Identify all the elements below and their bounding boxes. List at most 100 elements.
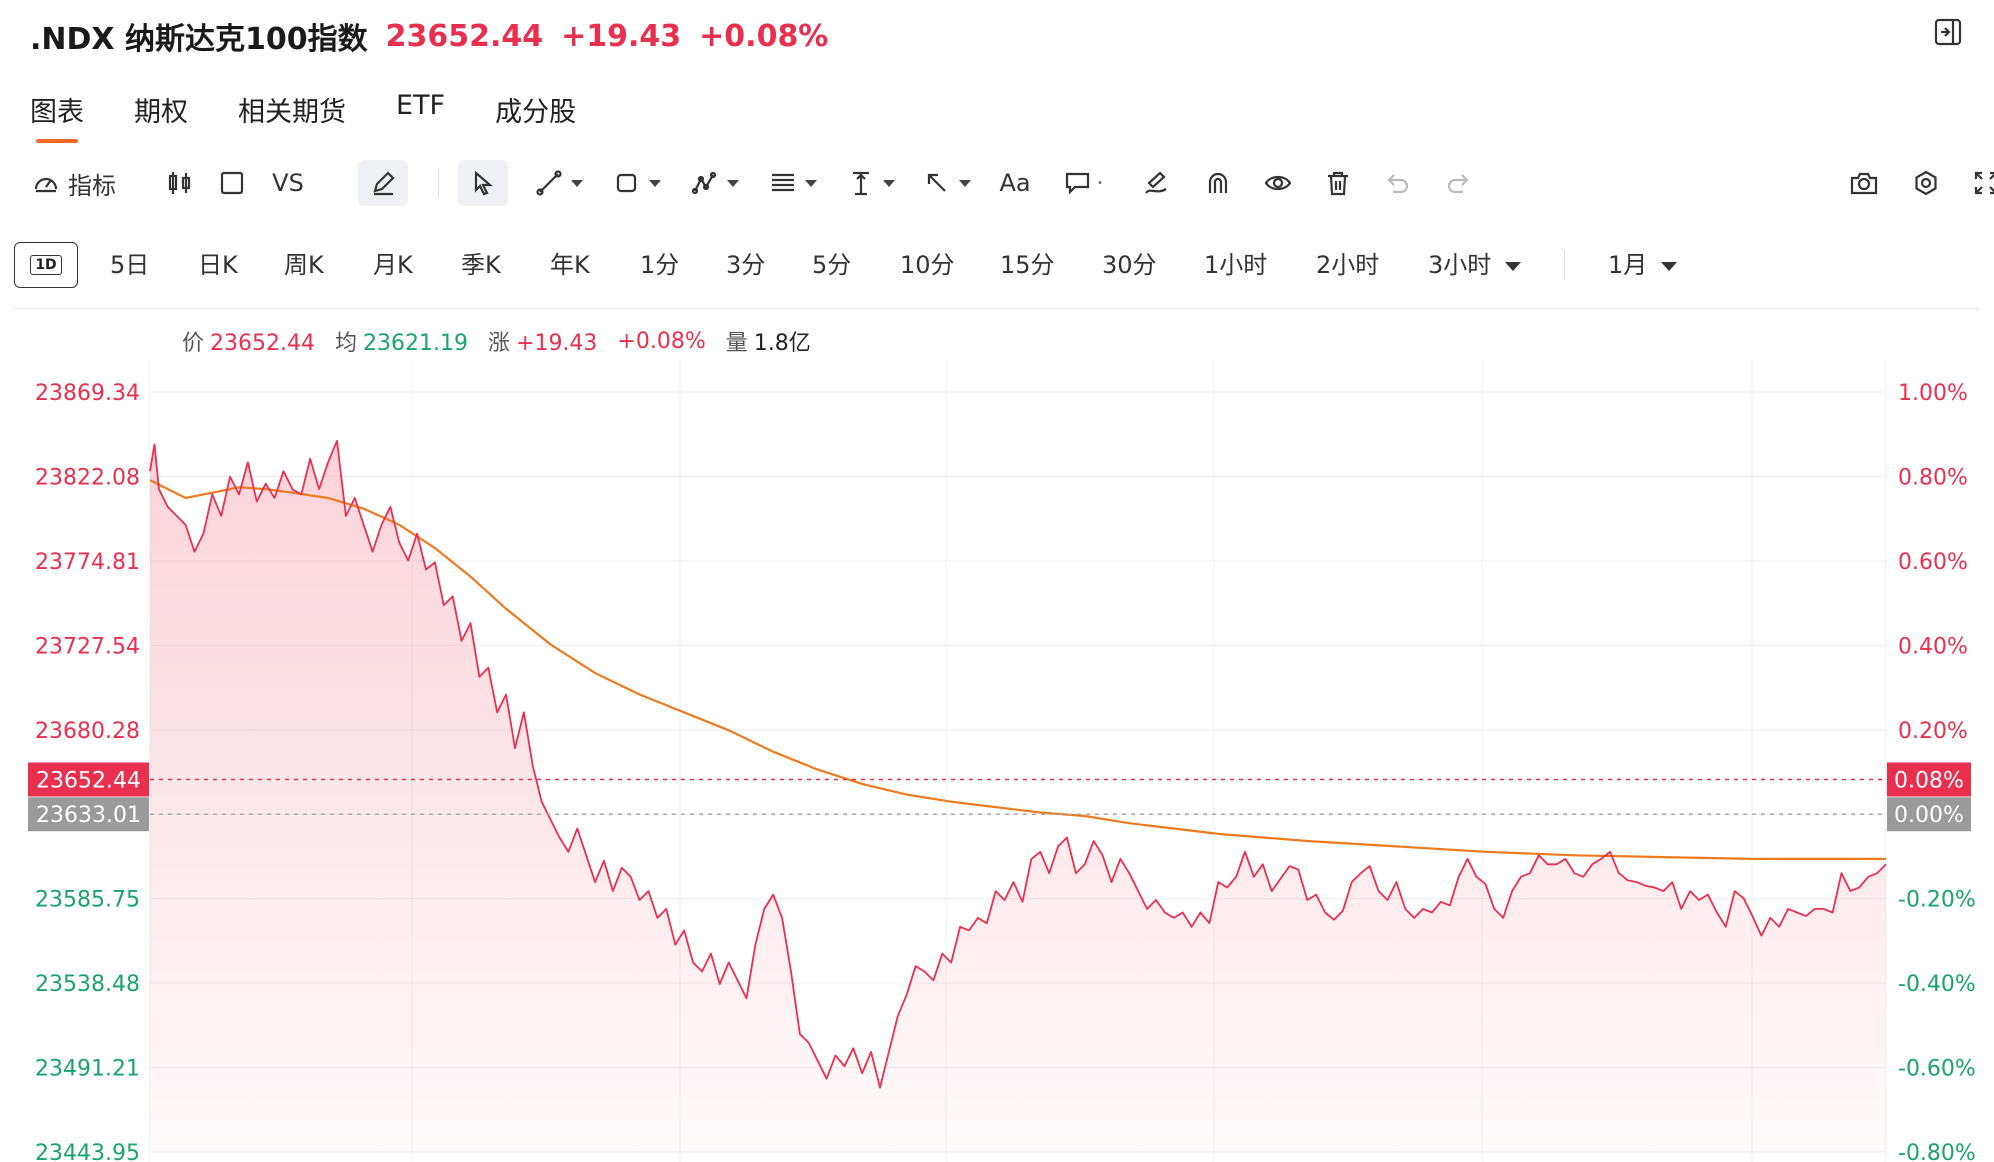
- compare-vs-button[interactable]: VS: [268, 160, 308, 206]
- arrow-up-left-icon: [927, 173, 946, 192]
- price-info-value: 23652.44: [210, 331, 315, 356]
- period-5min[interactable]: 5分: [812, 242, 851, 288]
- tab-chart[interactable]: 图表: [30, 90, 84, 143]
- y-tick-left: 23727.54: [35, 634, 140, 659]
- y-tick-right: 0.20%: [1898, 719, 1968, 744]
- magnet-icon[interactable]: [1198, 160, 1238, 206]
- period-1min[interactable]: 1分: [640, 242, 679, 288]
- shape-tool[interactable]: [606, 160, 668, 206]
- callout-icon[interactable]: •: [1058, 160, 1108, 206]
- y-tick-left: 23869.34: [35, 381, 140, 406]
- visibility-eye-icon[interactable]: [1256, 160, 1300, 206]
- chevron-down-icon: [1661, 261, 1678, 271]
- period-10min[interactable]: 10分: [900, 242, 955, 288]
- tab-options[interactable]: 期权: [134, 90, 188, 143]
- prev-close-pct-tag: 0.00%: [1894, 803, 1964, 828]
- volume-info-label: 量: [725, 331, 748, 356]
- price-change: +19.43: [561, 18, 682, 54]
- redo-icon[interactable]: [1438, 160, 1478, 206]
- trash-icon[interactable]: [1318, 160, 1358, 206]
- crosshair-info: 价 23652.44 均 23621.19 涨 +19.43 +0.08% 量 1.8亿: [182, 325, 811, 357]
- period-2hour[interactable]: 2小时: [1316, 242, 1379, 288]
- period-yearly[interactable]: 年K: [550, 242, 590, 288]
- pattern-tool[interactable]: [684, 160, 746, 206]
- drawing-toolbar: 指标 VS Aa •: [28, 160, 1994, 206]
- y-tick-right: -0.40%: [1898, 972, 1976, 997]
- quote-header: .NDX 纳斯达克100指数 23652.44 +19.43 +0.08%: [30, 14, 828, 58]
- arrow-tool[interactable]: [916, 160, 978, 206]
- pencil-icon[interactable]: [358, 160, 408, 206]
- volume-info-value: 1.8亿: [753, 331, 811, 356]
- month-range-dropdown[interactable]: 1月: [1608, 242, 1678, 288]
- camera-icon[interactable]: [1844, 160, 1884, 206]
- period-5day[interactable]: 5日: [110, 242, 149, 288]
- y-tick-left: 23443.95: [35, 1141, 140, 1162]
- rectangle-shape-icon: [616, 173, 637, 193]
- cursor-icon[interactable]: [458, 160, 508, 206]
- y-tick-left: 23585.75: [35, 888, 140, 913]
- fib-lines-icon: [772, 173, 794, 192]
- period-3min[interactable]: 3分: [726, 242, 765, 288]
- price-range-icon: [853, 171, 869, 196]
- y-tick-left: 23538.48: [35, 972, 140, 997]
- period-weekly[interactable]: 周K: [284, 242, 324, 288]
- price-info-label: 价: [182, 331, 205, 356]
- candlestick-icon[interactable]: [162, 160, 198, 206]
- prev-close-tag: 23633.01: [36, 803, 141, 828]
- period-quarterly[interactable]: 季K: [461, 242, 501, 288]
- fibonacci-tool[interactable]: [762, 160, 824, 206]
- text-tool[interactable]: Aa: [994, 160, 1036, 206]
- main-tabs: 图表 期权 相关期货 ETF 成分股: [30, 90, 576, 143]
- avg-info-value: 23621.19: [363, 331, 468, 356]
- y-tick-left: 23491.21: [35, 1057, 140, 1082]
- y-tick-right: 0.60%: [1898, 550, 1968, 575]
- divider: [14, 308, 1980, 309]
- chart-frame-icon[interactable]: [214, 160, 250, 206]
- indicators-label: 指标: [68, 171, 116, 200]
- period-3hour-dropdown[interactable]: 3小时: [1428, 242, 1522, 288]
- y-tick-left: 23680.28: [35, 719, 140, 744]
- period-1d-button[interactable]: 1D: [14, 242, 78, 288]
- undo-icon[interactable]: [1378, 160, 1418, 206]
- avg-info-label: 均: [335, 331, 358, 356]
- y-tick-right: 1.00%: [1898, 381, 1968, 406]
- change-info-label: 涨: [488, 331, 511, 356]
- period-selector: 1D 5日 日K 周K 月K 季K 年K 1分 3分 5分 10分 15分 30…: [14, 242, 1974, 288]
- eraser-drawing-icon[interactable]: [1136, 160, 1176, 206]
- y-tick-right: 0.80%: [1898, 465, 1968, 490]
- period-monthly[interactable]: 月K: [373, 242, 413, 288]
- y-tick-left: 23774.81: [35, 550, 140, 575]
- symbol-title: .NDX 纳斯达克100指数: [30, 22, 368, 57]
- intraday-price-area: [150, 440, 1886, 1152]
- line-icon: [536, 170, 562, 196]
- last-price: 23652.44: [385, 18, 544, 54]
- change-info-value: +19.43: [516, 331, 598, 356]
- current-price-tag: 23652.44: [36, 769, 141, 794]
- fullscreen-icon[interactable]: [1966, 160, 1994, 206]
- settings-gear-icon[interactable]: [1906, 160, 1946, 206]
- period-1hour[interactable]: 1小时: [1204, 242, 1267, 288]
- period-1d-label: 1D: [30, 255, 62, 275]
- chevron-down-icon: [1505, 261, 1522, 271]
- collapse-panel-icon[interactable]: [1932, 16, 1964, 48]
- y-tick-right: -0.80%: [1898, 1141, 1976, 1162]
- measure-tool[interactable]: [840, 160, 902, 206]
- period-15min[interactable]: 15分: [1000, 242, 1055, 288]
- period-3hour-label: 3小时: [1428, 251, 1492, 279]
- month-range-label: 1月: [1608, 251, 1648, 279]
- gauge-icon: [34, 177, 58, 193]
- tab-constituents[interactable]: 成分股: [495, 90, 576, 143]
- period-30min[interactable]: 30分: [1102, 242, 1157, 288]
- trend-line-tool[interactable]: [528, 160, 590, 206]
- current-pct-tag: 0.08%: [1894, 769, 1964, 794]
- price-change-pct: +0.08%: [699, 18, 829, 54]
- tab-etf[interactable]: ETF: [396, 90, 445, 143]
- y-tick-right: -0.20%: [1898, 888, 1976, 913]
- period-daily[interactable]: 日K: [198, 242, 238, 288]
- y-tick-right: -0.60%: [1898, 1057, 1976, 1082]
- y-tick-left: 23822.08: [35, 465, 140, 490]
- indicators-button[interactable]: 指标: [28, 160, 120, 206]
- y-tick-right: 0.40%: [1898, 634, 1968, 659]
- change-pct-info-value: +0.08%: [617, 328, 706, 354]
- tab-related-futures[interactable]: 相关期货: [238, 90, 346, 143]
